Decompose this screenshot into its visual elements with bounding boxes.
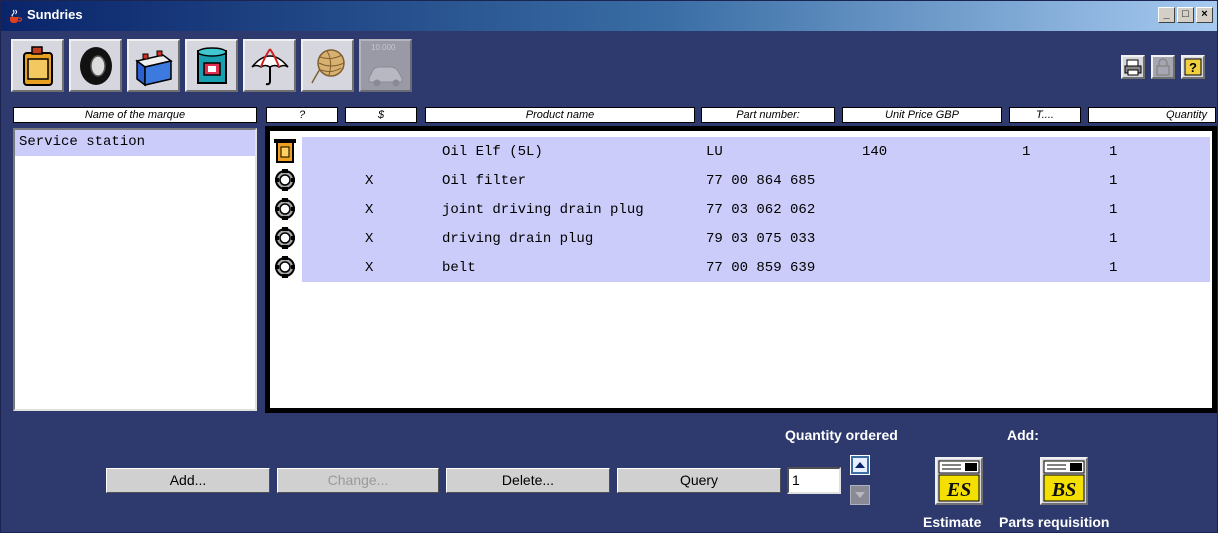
row-quantity-cell: 1 bbox=[1109, 231, 1118, 247]
table-row[interactable]: Xjoint driving drain plug 77 03 062 062 1 bbox=[272, 195, 1210, 224]
arrow-up-icon bbox=[853, 458, 867, 472]
lock-button[interactable] bbox=[1151, 55, 1175, 79]
oil-can-icon bbox=[22, 45, 53, 86]
column-header-part-number[interactable]: Part number: bbox=[701, 107, 835, 123]
sundries-window: Sundries _ □ × 10.000 ? Name of the marq… bbox=[0, 0, 1218, 533]
product-table[interactable]: Oil Elf (5L) LU 140 1 1 X Oil filter 77 00 864 … bbox=[265, 126, 1217, 413]
parts-requisition-button[interactable]: BS bbox=[1040, 457, 1088, 505]
car-service-10000-icon bbox=[368, 66, 402, 86]
column-header-dollar[interactable]: $ bbox=[345, 107, 417, 123]
row-part-number-cell: LU bbox=[706, 144, 723, 160]
table-row[interactable]: Xdriving drain plug 79 03 075 033 1 bbox=[272, 224, 1210, 253]
estimate-label: Estimate bbox=[923, 514, 982, 530]
quantity-increment-button[interactable] bbox=[850, 455, 870, 475]
paint-can-button[interactable] bbox=[185, 39, 238, 92]
row-product-name-cell: Oil Elf (5L) bbox=[442, 144, 543, 160]
help-icon: ? bbox=[1184, 58, 1202, 76]
row-product-name-cell: belt bbox=[442, 260, 476, 276]
column-header-quantity[interactable]: Quantity bbox=[1088, 107, 1216, 123]
row-flag-cell: X bbox=[365, 202, 374, 218]
gear-part-icon bbox=[275, 227, 295, 249]
quantity-ordered-label: Quantity ordered bbox=[785, 427, 898, 443]
row-part-number-cell: 77 00 864 685 bbox=[706, 173, 816, 189]
yarn-ball-button[interactable] bbox=[301, 39, 354, 92]
row-quantity-cell: 1 bbox=[1109, 260, 1118, 276]
column-header-t[interactable]: T.... bbox=[1009, 107, 1081, 123]
gear-part-icon bbox=[275, 256, 295, 278]
print-button[interactable] bbox=[1121, 55, 1145, 79]
tyre-button[interactable] bbox=[69, 39, 122, 92]
svg-text:?: ? bbox=[1189, 60, 1197, 75]
oil-container-icon bbox=[274, 139, 296, 163]
row-part-number-cell: 77 00 859 639 bbox=[706, 260, 816, 276]
table-row[interactable]: X Oil filter 77 00 864 685 1 bbox=[272, 166, 1210, 195]
row-product-name-cell: driving drain plug bbox=[442, 231, 594, 247]
row-quantity-cell: 1 bbox=[1109, 173, 1118, 189]
column-header-product-name[interactable]: Product name bbox=[425, 107, 695, 123]
row-highlight bbox=[302, 137, 1210, 166]
tyre-icon bbox=[79, 46, 112, 85]
table-row[interactable]: Oil Elf (5L) LU 140 1 1 bbox=[272, 137, 1210, 166]
row-quantity-cell: 1 bbox=[1109, 144, 1118, 160]
row-flag-cell: X bbox=[365, 231, 374, 247]
gear-part-icon bbox=[275, 169, 295, 191]
service-10000-label: 10.000 bbox=[371, 43, 396, 52]
column-header-question[interactable]: ? bbox=[266, 107, 338, 123]
parts-requisition-label: Parts requisition bbox=[999, 514, 1110, 530]
printer-icon bbox=[1124, 59, 1142, 76]
table-row[interactable]: Xbelt 77 00 859 639 1 bbox=[272, 253, 1210, 282]
quantity-decrement-button[interactable] bbox=[850, 485, 870, 505]
svg-text:BS: BS bbox=[1051, 479, 1076, 501]
minimize-button[interactable]: _ bbox=[1158, 7, 1175, 23]
column-header-unit-price[interactable]: Unit Price GBP bbox=[842, 107, 1002, 123]
row-flag-cell: X bbox=[365, 173, 374, 189]
row-unit-price-cell: 140 bbox=[862, 144, 888, 160]
category-toolbar: 10.000 bbox=[11, 39, 412, 97]
marque-list[interactable]: Service station bbox=[13, 128, 257, 411]
umbrella-icon bbox=[250, 47, 289, 85]
help-button[interactable]: ? bbox=[1181, 55, 1205, 79]
service-10000-button[interactable]: 10.000 bbox=[359, 39, 412, 92]
umbrella-button[interactable] bbox=[243, 39, 296, 92]
close-button[interactable]: × bbox=[1196, 7, 1213, 23]
svg-text:ES: ES bbox=[946, 479, 971, 501]
estimate-document-icon: ES bbox=[938, 460, 980, 502]
row-product-name-cell: joint driving drain plug bbox=[442, 202, 644, 218]
maximize-button[interactable]: □ bbox=[1177, 7, 1194, 23]
row-t-cell: 1 bbox=[1022, 144, 1031, 160]
column-header-marque[interactable]: Name of the marque bbox=[13, 107, 257, 123]
row-part-number-cell: 77 03 062 062 bbox=[706, 202, 816, 218]
add-section-label: Add: bbox=[1007, 427, 1039, 443]
window-title: Sundries bbox=[27, 7, 83, 22]
right-toolbar: ? bbox=[1121, 55, 1205, 79]
oil-can-button[interactable] bbox=[11, 39, 64, 92]
row-product-name-cell: Oil filter bbox=[442, 173, 527, 189]
row-quantity-cell: 1 bbox=[1109, 202, 1118, 218]
query-button[interactable]: Query bbox=[617, 468, 781, 493]
row-part-number-cell: 79 03 075 033 bbox=[706, 231, 816, 247]
quantity-ordered-input[interactable]: 1 bbox=[787, 467, 841, 494]
row-flag-cell: X bbox=[365, 260, 374, 276]
gear-part-icon bbox=[275, 198, 295, 220]
change-button[interactable]: Change... bbox=[277, 468, 439, 493]
title-bar[interactable]: Sundries _ □ × bbox=[1, 1, 1217, 31]
delete-button[interactable]: Delete... bbox=[446, 468, 610, 493]
battery-button[interactable] bbox=[127, 39, 180, 92]
yarn-ball-icon bbox=[310, 48, 345, 83]
estimate-button[interactable]: ES bbox=[935, 457, 983, 505]
add-button[interactable]: Add... bbox=[106, 468, 270, 493]
battery-icon bbox=[134, 50, 173, 86]
java-cup-icon bbox=[10, 9, 23, 23]
paint-can-icon bbox=[196, 46, 227, 84]
lock-icon bbox=[1156, 58, 1170, 76]
marque-item[interactable]: Service station bbox=[15, 130, 255, 156]
parts-requisition-document-icon: BS bbox=[1043, 460, 1085, 502]
arrow-down-icon bbox=[855, 492, 865, 498]
